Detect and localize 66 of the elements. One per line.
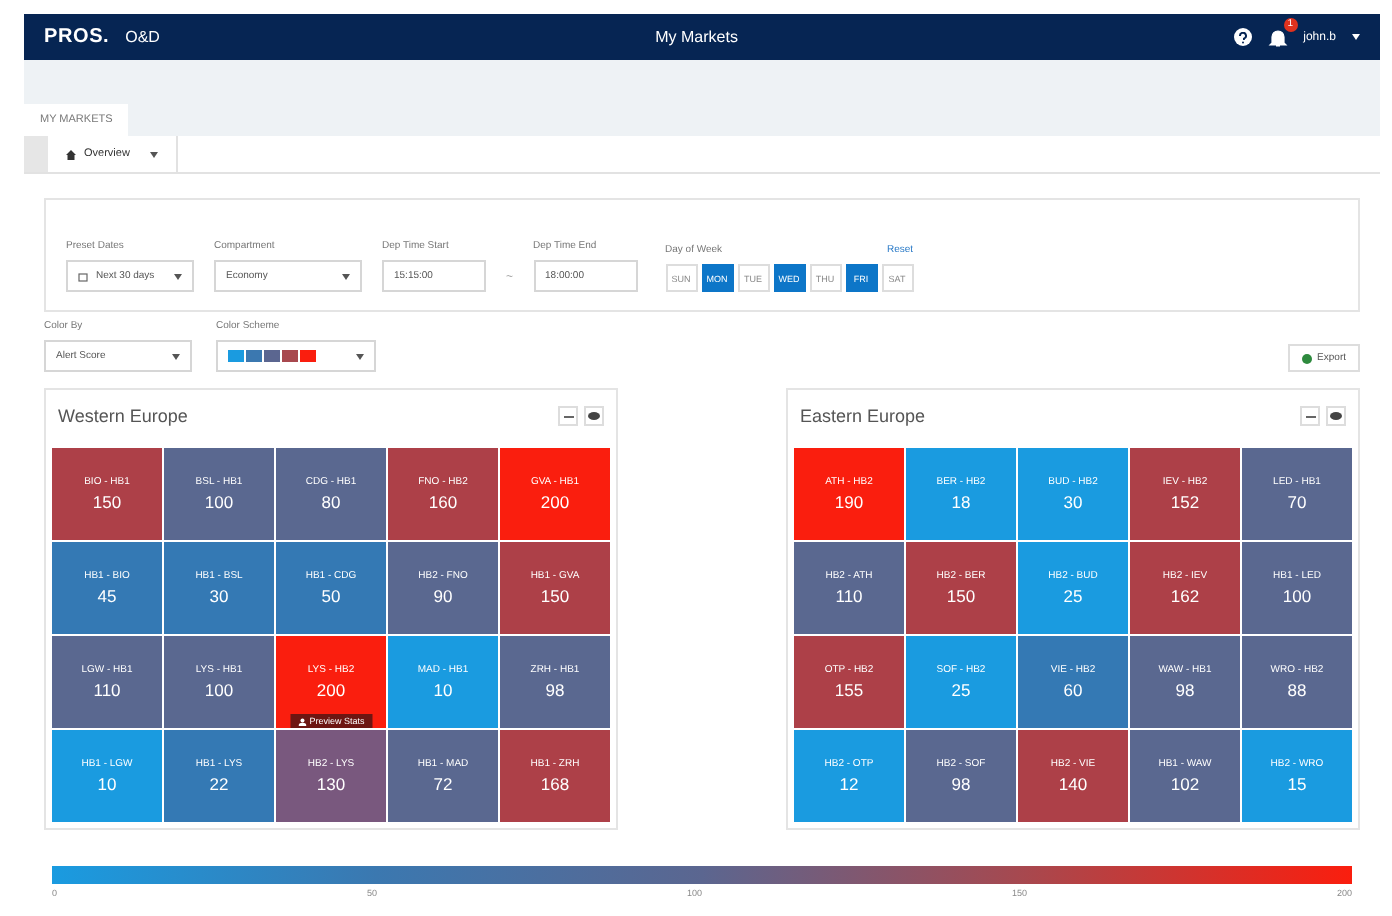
score-value: 100: [204, 680, 234, 700]
score-value: 25: [951, 680, 971, 700]
minimize-button[interactable]: [558, 406, 578, 426]
score-value: 60: [1063, 680, 1083, 700]
score-value: 150: [540, 586, 570, 606]
score-value: 150: [92, 492, 122, 512]
score-value: 70: [1287, 492, 1307, 512]
score-value: 110: [93, 680, 121, 700]
score-value: 168: [540, 774, 570, 794]
score-value: 98: [1175, 680, 1195, 700]
score-value: 200: [540, 492, 570, 512]
score-value: 190: [834, 492, 864, 512]
score-value: 100: [1282, 586, 1312, 606]
score-value: 25: [1063, 586, 1083, 606]
bell-icon[interactable]: [1267, 27, 1288, 47]
score-value: 30: [209, 586, 229, 606]
help-icon[interactable]: [1233, 28, 1252, 46]
score-value: 10: [97, 774, 117, 794]
score-value: 88: [1287, 680, 1307, 700]
calendar-icon: [78, 271, 88, 281]
caret-icon: [342, 273, 350, 279]
minimize-button[interactable]: [1300, 406, 1320, 426]
score-value: 140: [1058, 774, 1088, 794]
score-value: 155: [834, 680, 864, 700]
eye-icon: [588, 412, 600, 420]
score-value: 150: [946, 586, 976, 606]
score-value: 98: [545, 680, 565, 700]
score-value: 18: [951, 492, 971, 512]
caret-icon: [149, 151, 158, 157]
score-value: 15: [1287, 774, 1307, 794]
score-value: 80: [321, 492, 341, 512]
caret-icon[interactable]: [1352, 34, 1360, 40]
score-value: 110: [835, 586, 863, 606]
score-value: 98: [951, 774, 971, 794]
minus-icon: [1305, 415, 1315, 417]
panel-title: Eastern Europe: [800, 406, 926, 426]
score-value: 45: [97, 586, 117, 606]
score-value: 160: [428, 492, 458, 512]
score-value: 50: [321, 586, 341, 606]
score-value: 200: [316, 680, 346, 700]
question-mark-icon: [1237, 31, 1248, 43]
score-value: 130: [316, 774, 346, 794]
eye-button[interactable]: [1326, 406, 1346, 426]
page-title: My Markets: [653, 28, 740, 46]
score-value: 72: [433, 774, 453, 794]
home-icon: [66, 149, 76, 159]
score-value: 12: [839, 774, 859, 794]
eye-button[interactable]: [584, 406, 604, 426]
panel-title: Western Europe: [58, 406, 188, 426]
score-value: 30: [1063, 492, 1083, 512]
score-value: 162: [1170, 586, 1200, 606]
user-icon: [297, 717, 306, 725]
score-value: 100: [204, 492, 234, 512]
score-value: 90: [433, 586, 453, 606]
minus-icon: [563, 415, 573, 417]
score-value: 10: [433, 680, 453, 700]
logo: PROS.: [44, 26, 110, 48]
score-value: 102: [1170, 774, 1200, 794]
eye-icon: [1330, 412, 1342, 420]
score-value: 22: [209, 774, 229, 794]
product-name: O&D: [125, 28, 160, 46]
caret-icon: [172, 353, 180, 359]
score-value: 152: [1170, 492, 1200, 512]
caret-icon: [356, 353, 364, 359]
caret-icon: [174, 273, 182, 279]
color-scheme-dropdown[interactable]: [216, 340, 376, 372]
